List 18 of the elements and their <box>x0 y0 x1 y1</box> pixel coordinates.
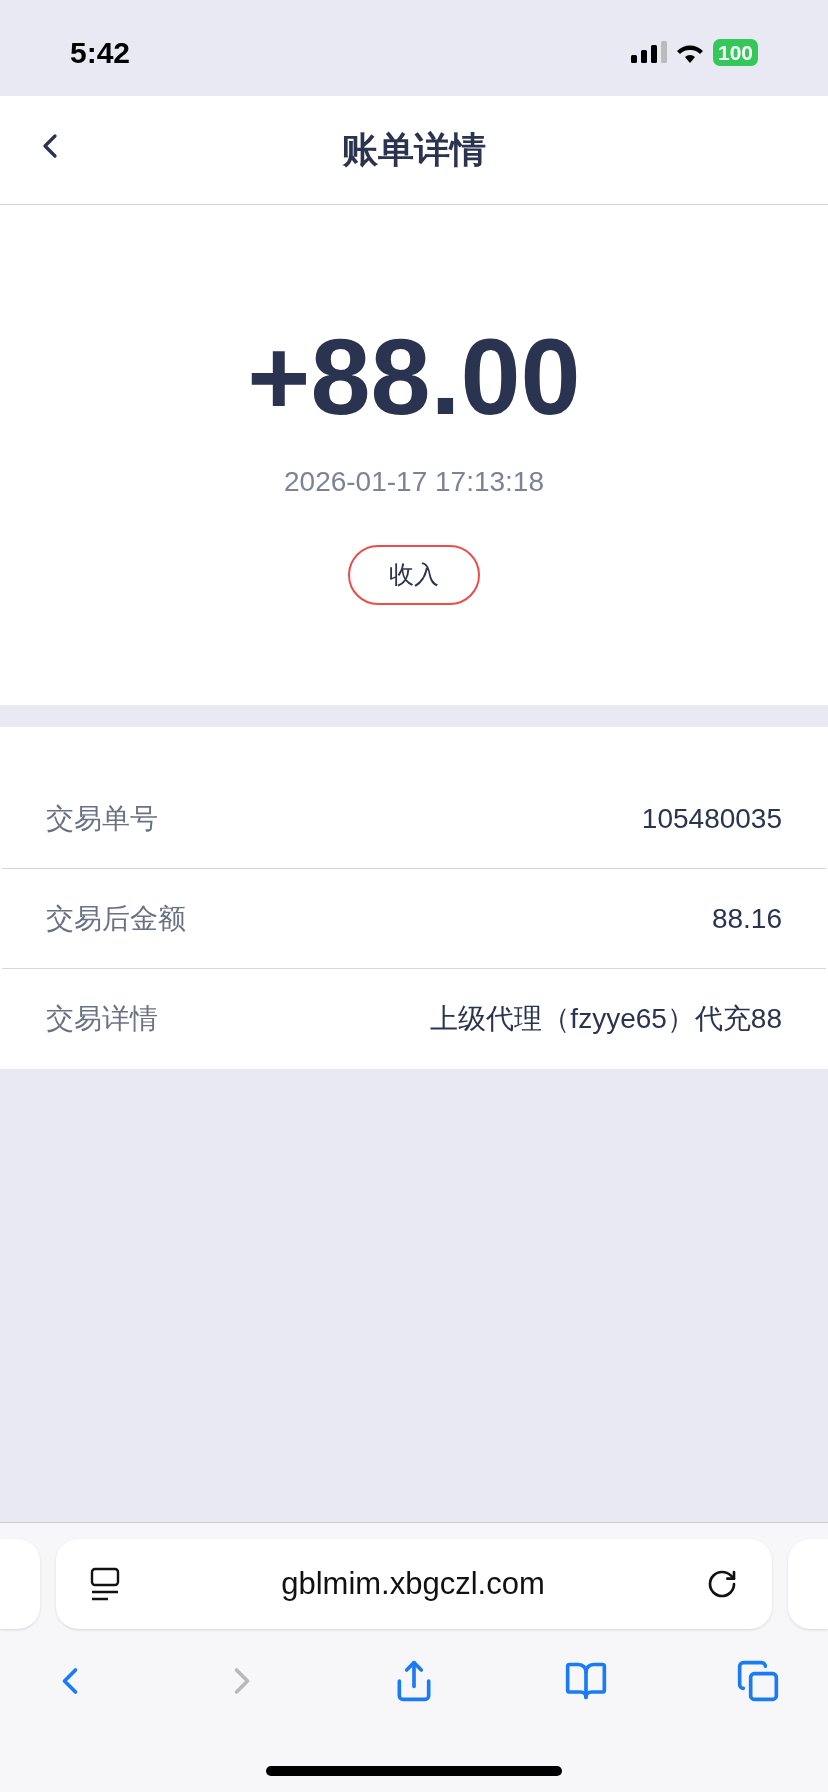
transaction-time: 2026-01-17 17:13:18 <box>284 465 544 499</box>
address-bar[interactable]: gblmim.xbgczl.com <box>56 1539 772 1629</box>
detail-value: 88.16 <box>711 901 782 936</box>
battery-icon: 100 <box>712 38 758 66</box>
reload-icon[interactable] <box>706 1568 738 1600</box>
page-title: 账单详情 <box>342 128 486 172</box>
signal-icon <box>630 41 667 63</box>
status-time: 5:42 <box>70 34 131 71</box>
detail-label: 交易单号 <box>46 801 158 836</box>
detail-value: 上级代理（fzyye65）代充88 <box>430 1002 782 1036</box>
url-text: gblmim.xbgczl.com <box>280 1564 546 1603</box>
reader-icon[interactable] <box>90 1567 120 1601</box>
detail-value: 105480035 <box>641 801 782 836</box>
detail-label: 交易详情 <box>46 1002 158 1036</box>
tabs-icon <box>736 1659 780 1703</box>
detail-label: 交易后金额 <box>46 901 186 936</box>
income-tag: 收入 <box>348 545 480 605</box>
amount: +88.00 <box>247 323 581 431</box>
